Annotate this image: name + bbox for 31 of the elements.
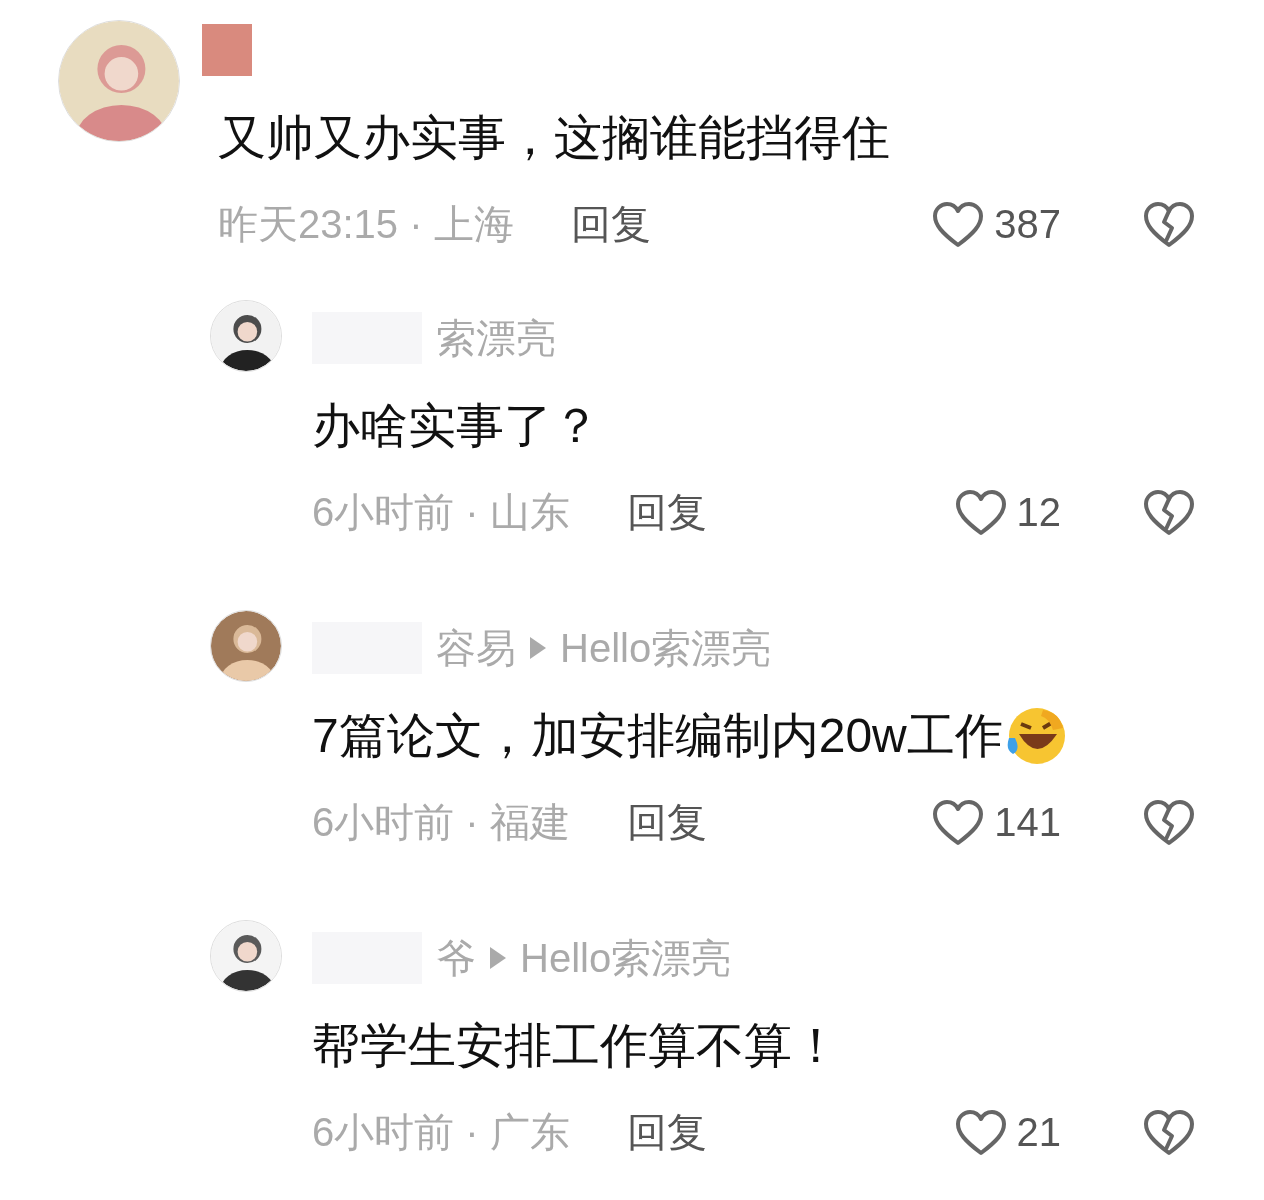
like-count: 21 (1016, 1110, 1061, 1155)
broken-heart-icon[interactable] (1143, 1108, 1195, 1157)
reply-link[interactable]: 回复 (626, 795, 707, 850)
heart-icon[interactable] (932, 200, 985, 249)
time-location: 6小时前 · 山东 (312, 489, 570, 536)
time-location: 6小时前 · 广东 (312, 1109, 570, 1156)
broken-heart-icon[interactable] (1143, 798, 1195, 847)
like-count: 141 (994, 800, 1061, 845)
heart-icon[interactable] (954, 1108, 1007, 1157)
play-icon (490, 947, 506, 969)
time-location: 6小时前 · 福建 (312, 799, 570, 846)
like-count: 387 (994, 202, 1061, 247)
comment-text: 帮学生安排工作算不算！ (312, 1017, 840, 1074)
comment-text: 办啥实事了？ (312, 397, 600, 454)
play-icon (530, 637, 546, 659)
heart-icon[interactable] (954, 488, 1007, 537)
broken-heart-icon[interactable] (1143, 488, 1195, 537)
username[interactable]: 爷 (436, 930, 476, 986)
reply-to-username[interactable]: Hello索漂亮 (520, 930, 732, 986)
reply-link[interactable]: 回复 (570, 197, 651, 252)
reply-link[interactable]: 回复 (626, 1105, 707, 1160)
like-count: 12 (1016, 490, 1061, 535)
username[interactable]: 容易 (436, 620, 516, 676)
broken-heart-icon[interactable] (1143, 200, 1195, 249)
reply-to-username[interactable]: Hello索漂亮 (560, 620, 772, 676)
username[interactable]: 索漂亮 (436, 310, 556, 366)
heart-icon[interactable] (932, 798, 985, 847)
comment-text: 又帅又办实事，这搁谁能挡得住 (218, 109, 890, 166)
reply-link[interactable]: 回复 (626, 485, 707, 540)
comment-text: 7篇论文，加安排编制内20w工作 (312, 707, 1003, 764)
time-location: 昨天23:15 · 上海 (218, 201, 514, 248)
